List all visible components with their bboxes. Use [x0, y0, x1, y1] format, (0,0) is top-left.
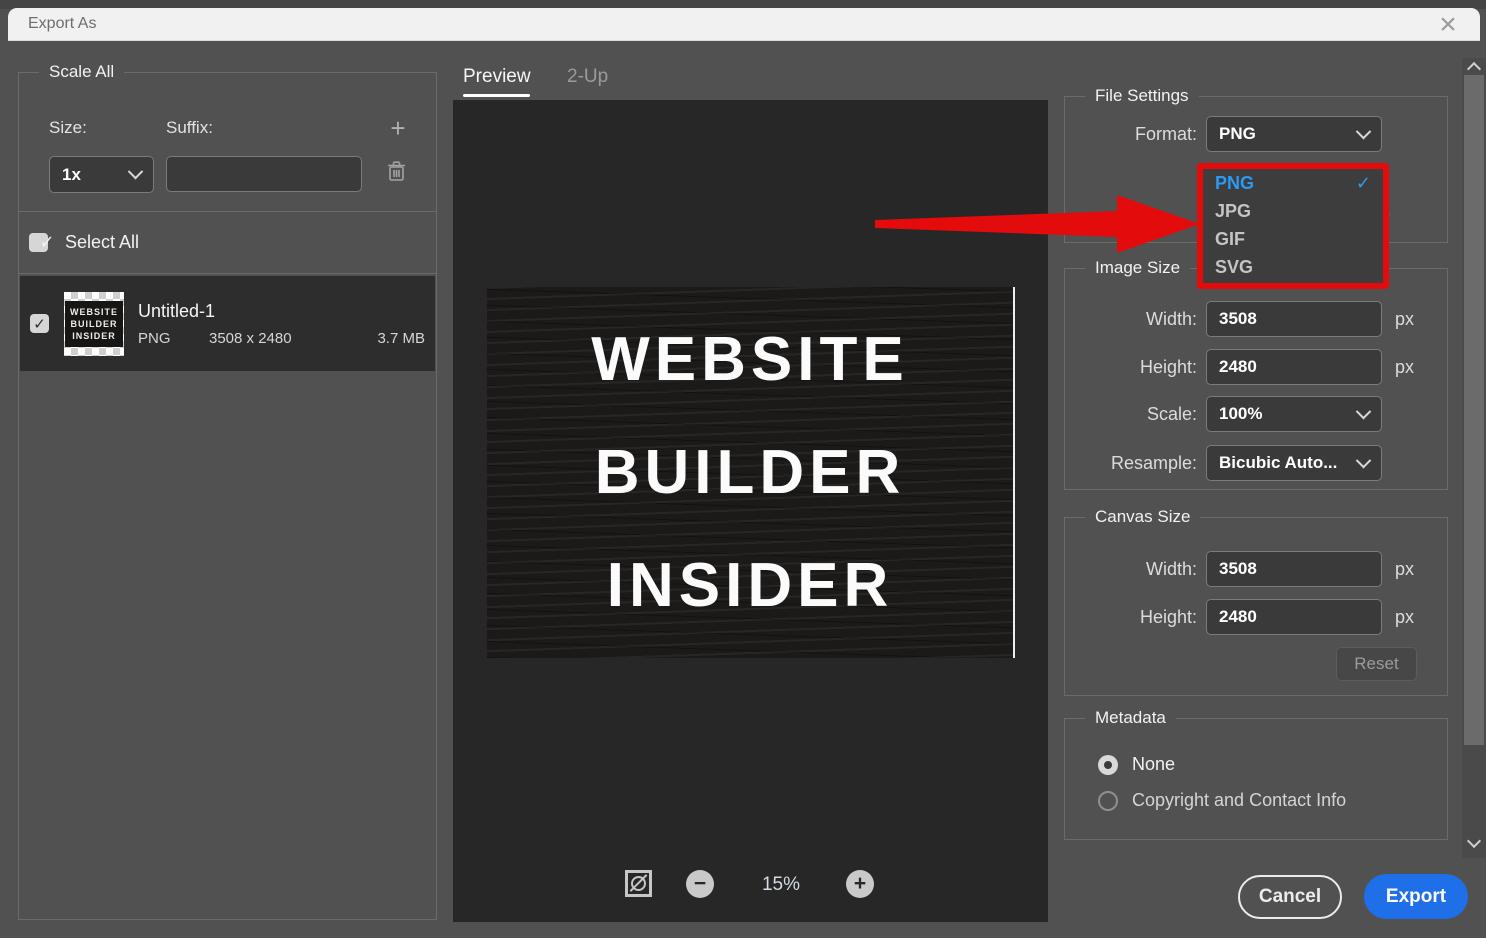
metadata-group: Metadata None Copyright and Contact Info [1064, 718, 1448, 840]
select-all-checkbox[interactable]: ✓ [29, 233, 48, 252]
check-icon: ✓ [39, 232, 54, 253]
size-select[interactable]: 1x [49, 156, 154, 193]
select-all-row[interactable]: ✓ Select All [19, 211, 436, 273]
preview-background-toggle-icon[interactable] [625, 870, 652, 897]
file-size: 3.7 MB [377, 330, 425, 347]
cancel-button[interactable]: Cancel [1238, 875, 1342, 919]
scroll-up-icon[interactable] [1467, 62, 1481, 76]
add-scale-icon[interactable]: + [385, 113, 411, 144]
canvas-height-unit: px [1395, 607, 1414, 628]
zoom-level: 15% [748, 874, 814, 896]
check-icon: ✓ [33, 315, 46, 333]
file-list-item[interactable]: ✓ WEBSITE BUILDER INSIDER Untitled-1 PNG… [20, 276, 435, 371]
chevron-down-icon [1356, 403, 1372, 419]
trash-icon[interactable] [387, 161, 406, 187]
export-button[interactable]: Export [1364, 874, 1468, 919]
scale-list-panel: Scale All Size: Suffix: + 1x ✓ Selec [18, 72, 437, 920]
image-height-label: Height: [1067, 357, 1197, 378]
metadata-option-copyright[interactable]: Copyright and Contact Info [1098, 790, 1346, 811]
minus-icon: − [694, 872, 706, 896]
thumbnail-image: WEBSITE BUILDER INSIDER [65, 301, 123, 347]
file-info: Untitled-1 PNG 3508 x 2480 3.7 MB [138, 301, 425, 347]
scale-all-legend: Scale All [39, 62, 124, 82]
export-as-dialog: Export As × Scale All Size: Suffix: + 1x [0, 0, 1486, 938]
resample-label: Resample: [1067, 453, 1197, 474]
tab-preview[interactable]: Preview [463, 66, 531, 88]
canvas-height-input[interactable]: 2480 [1206, 599, 1382, 635]
dialog-titlebar: Export As × [8, 8, 1480, 41]
zoom-out-button[interactable]: − [686, 870, 714, 898]
annotation-highlight-box [1197, 163, 1389, 289]
scrollbar-thumb[interactable] [1464, 75, 1484, 745]
file-name: Untitled-1 [138, 301, 425, 322]
canvas-width-unit: px [1395, 559, 1414, 580]
suffix-input[interactable] [166, 156, 362, 192]
file-settings-legend: File Settings [1085, 86, 1199, 106]
canvas-size-group: Canvas Size Width: 3508 px Height: 2480 … [1064, 517, 1448, 696]
image-width-input[interactable]: 3508 [1206, 301, 1382, 337]
image-width-unit: px [1395, 309, 1414, 330]
file-format: PNG [138, 330, 209, 347]
canvas-width-label: Width: [1067, 559, 1197, 580]
size-label: Size: [49, 118, 87, 138]
zoom-in-button[interactable]: + [846, 870, 874, 898]
suffix-label: Suffix: [166, 118, 213, 138]
canvas-width-input[interactable]: 3508 [1206, 551, 1382, 587]
plus-icon: + [854, 872, 866, 896]
image-height-unit: px [1395, 357, 1414, 378]
chevron-down-icon [128, 164, 144, 180]
format-select[interactable]: PNG [1206, 116, 1382, 152]
format-label: Format: [1067, 124, 1197, 145]
panel-scrollbar[interactable] [1462, 58, 1486, 858]
image-size-legend: Image Size [1085, 258, 1190, 278]
dialog-title: Export As [28, 15, 96, 33]
scroll-down-icon[interactable] [1467, 834, 1481, 848]
file-checkbox[interactable]: ✓ [30, 314, 49, 333]
active-tab-underline [463, 94, 530, 97]
file-meta: PNG 3508 x 2480 3.7 MB [138, 330, 425, 347]
metadata-legend: Metadata [1085, 708, 1176, 728]
image-width-label: Width: [1067, 309, 1197, 330]
scale-select[interactable]: 100% [1206, 396, 1382, 432]
metadata-option-none[interactable]: None [1098, 754, 1175, 775]
resample-select[interactable]: Bicubic Auto... [1206, 445, 1382, 481]
scale-label: Scale: [1067, 404, 1197, 425]
file-thumbnail: WEBSITE BUILDER INSIDER [64, 292, 124, 356]
image-height-input[interactable]: 2480 [1206, 349, 1382, 385]
radio-unselected-icon[interactable] [1098, 791, 1118, 811]
close-icon[interactable]: × [1430, 9, 1466, 41]
size-select-value: 1x [62, 165, 81, 185]
select-all-label: Select All [65, 232, 139, 253]
canvas-height-label: Height: [1067, 607, 1197, 628]
section-divider [19, 273, 436, 274]
tab-2up[interactable]: 2-Up [567, 66, 608, 88]
file-dimensions: 3508 x 2480 [209, 330, 292, 347]
chevron-down-icon [1356, 123, 1372, 139]
radio-selected-icon[interactable] [1098, 755, 1118, 775]
format-select-value: PNG [1219, 124, 1256, 144]
annotation-arrow [875, 192, 1200, 257]
reset-button[interactable]: Reset [1336, 647, 1417, 681]
preview-image: WEBSITE BUILDER INSIDER [487, 287, 1015, 658]
image-size-group: Image Size Width: 3508 px Height: 2480 p… [1064, 268, 1448, 490]
canvas-size-legend: Canvas Size [1085, 507, 1200, 527]
chevron-down-icon [1356, 452, 1372, 468]
